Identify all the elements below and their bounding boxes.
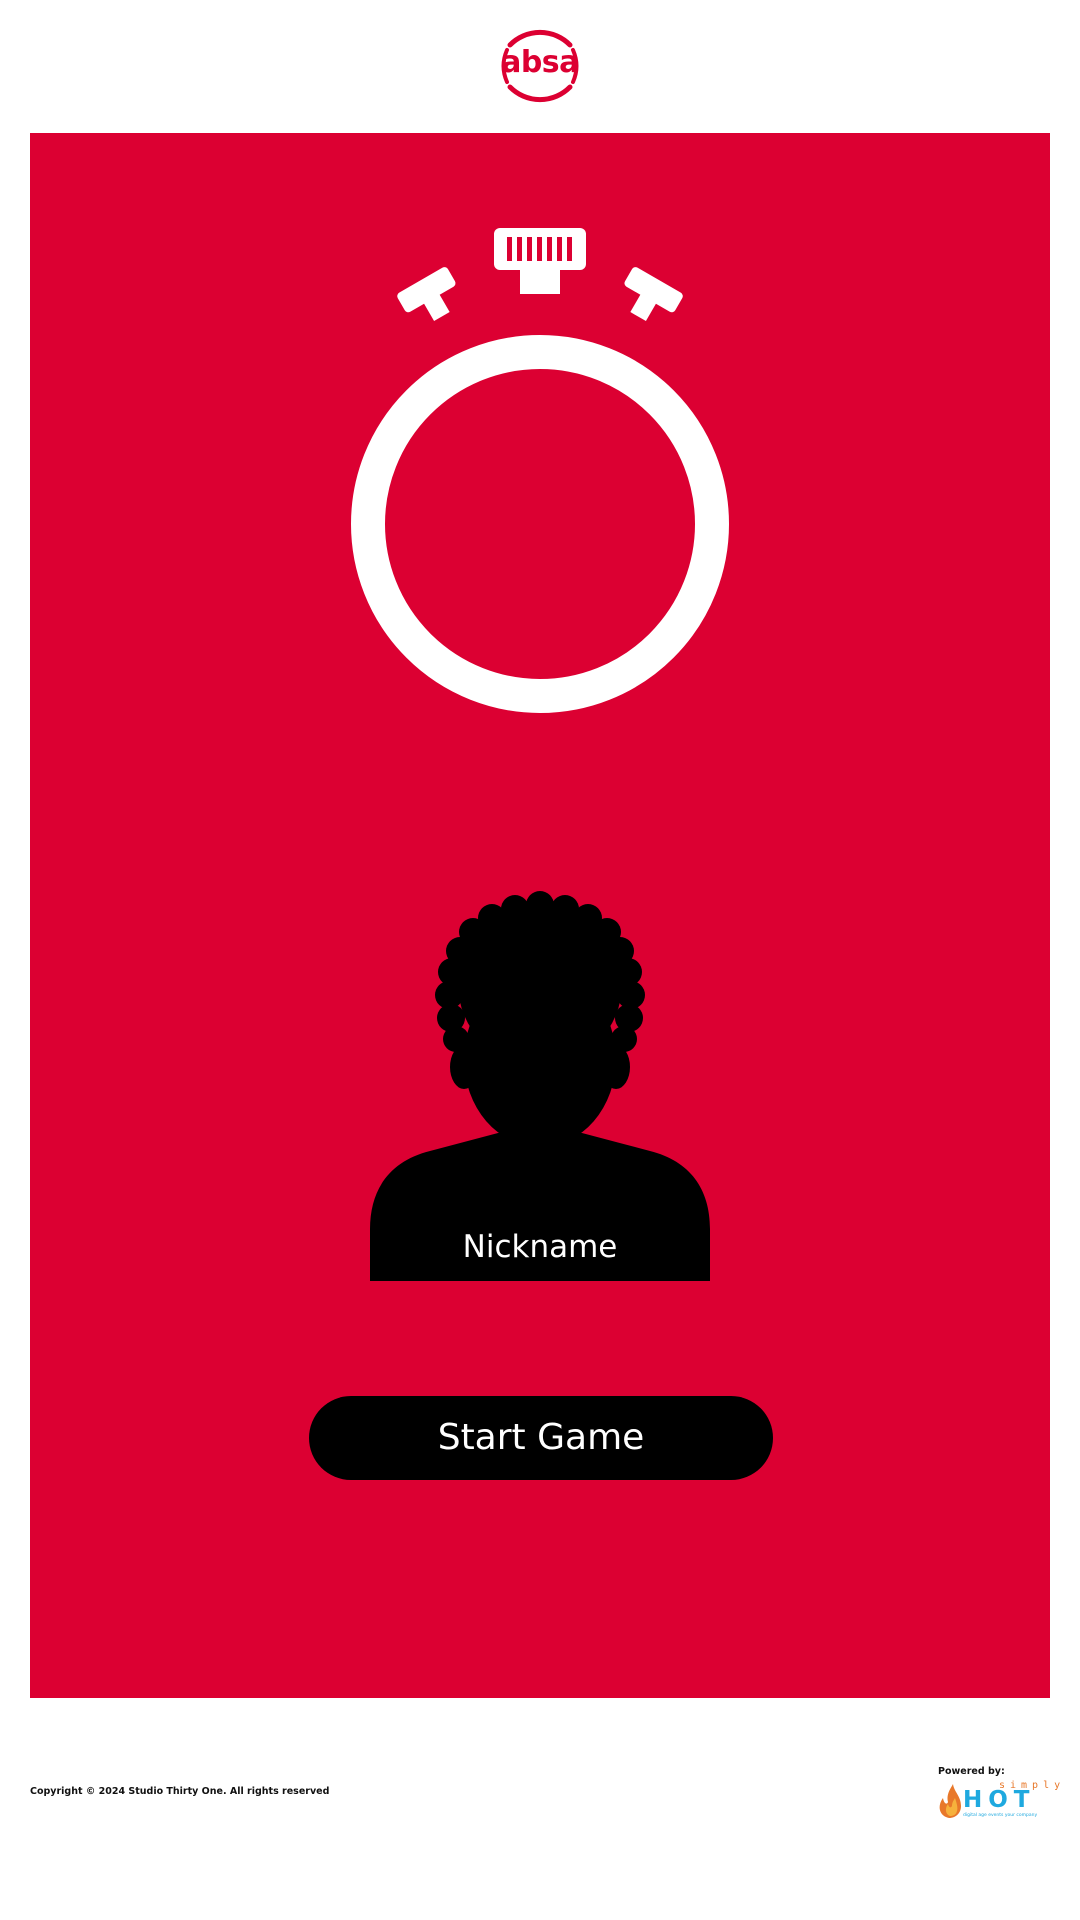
sponsor-tagline: digital age events your company xyxy=(963,1813,1038,1818)
simplyhot-logo: simply HOT digital age events your compa… xyxy=(935,1780,1060,1820)
powered-by-label: Powered by: xyxy=(938,1766,1005,1777)
stopwatch-icon xyxy=(350,228,730,714)
person-silhouette-icon xyxy=(370,891,710,1281)
copyright-text: Copyright © 2024 Studio Thirty One. All … xyxy=(30,1786,330,1797)
page: absa Nickname Start Game Copyright © 202… xyxy=(0,0,1080,1920)
logo-text: absa xyxy=(501,44,579,80)
sponsor-hot-text: HOT xyxy=(963,1787,1036,1813)
absa-logo: absa xyxy=(496,20,584,112)
start-game-button[interactable]: Start Game xyxy=(309,1396,773,1480)
game-panel: Nickname Start Game xyxy=(30,133,1050,1698)
avatar-silhouette xyxy=(370,889,710,1281)
nickname-label: Nickname xyxy=(462,1229,618,1265)
